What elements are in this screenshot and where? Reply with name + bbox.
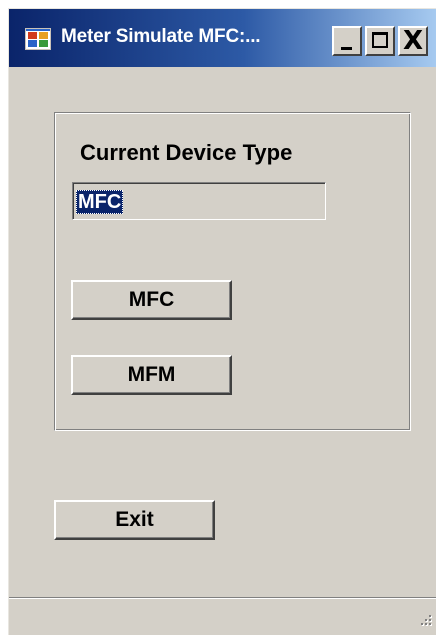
minimize-button[interactable] bbox=[332, 26, 362, 56]
app-window-icon[interactable] bbox=[25, 28, 51, 50]
mfm-button[interactable]: MFM bbox=[71, 355, 232, 395]
minimize-icon bbox=[341, 47, 352, 50]
close-button[interactable]: X bbox=[398, 26, 428, 56]
title-bar[interactable]: Meter Simulate MFC:... X bbox=[9, 9, 436, 67]
mfc-button[interactable]: MFC bbox=[71, 280, 232, 320]
current-device-type-label: Current Device Type bbox=[80, 140, 293, 165]
exit-button[interactable]: Exit bbox=[54, 500, 215, 540]
device-type-value: MFC bbox=[76, 190, 124, 214]
device-type-field[interactable]: MFC bbox=[72, 182, 326, 220]
window-title: Meter Simulate MFC:... bbox=[61, 26, 261, 47]
resize-grip-icon[interactable] bbox=[419, 613, 433, 627]
status-bar-divider bbox=[9, 597, 436, 599]
close-icon: X bbox=[402, 26, 424, 56]
main-window: Meter Simulate MFC:... X Current Device … bbox=[8, 8, 436, 635]
maximize-icon bbox=[372, 32, 388, 48]
maximize-button[interactable] bbox=[365, 26, 395, 56]
